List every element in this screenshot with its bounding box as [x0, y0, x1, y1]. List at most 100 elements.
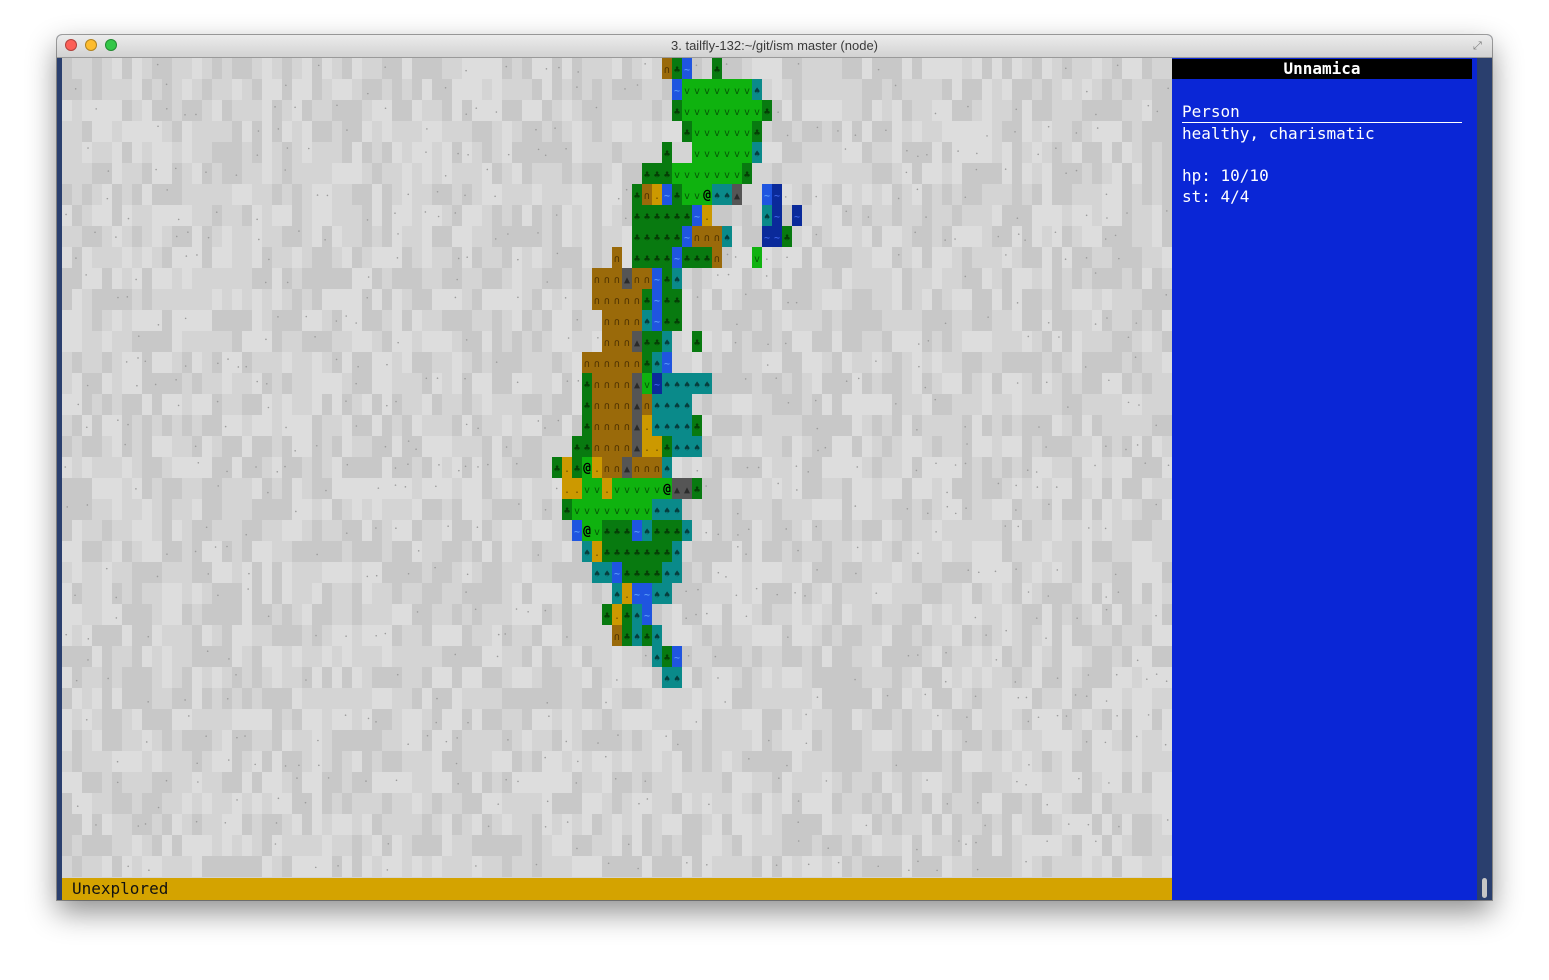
unexplored-tile: [192, 163, 202, 184]
scrollbar[interactable]: [1481, 58, 1487, 900]
unexplored-tile: [222, 163, 232, 184]
unexplored-tile: [382, 142, 392, 163]
unexplored-tile: [372, 625, 382, 646]
unexplored-speck: [734, 341, 737, 344]
unexplored-speck: [105, 567, 108, 570]
unexplored-speck: [805, 713, 807, 716]
unexplored-tile: [762, 541, 772, 562]
unexplored-tile: [1022, 436, 1032, 457]
unexplored-tile: [1082, 856, 1092, 877]
title-bar[interactable]: 3. tailfly-132:~/git/ism master (node) ⤢: [57, 35, 1492, 58]
unexplored-tile: [542, 415, 552, 436]
unexplored-speck: [1017, 525, 1020, 528]
unexplored-tile: [302, 709, 312, 730]
unexplored-speck: [346, 129, 348, 131]
unexplored-speck: [567, 337, 570, 339]
unexplored-tile: [1052, 520, 1062, 541]
unexplored-tile: [372, 415, 382, 436]
unexplored-tile: [1142, 373, 1152, 394]
unexplored-tile: [702, 352, 712, 373]
unexplored-tile: [252, 205, 262, 226]
scroll-thumb[interactable]: [1482, 878, 1487, 898]
unexplored-tile: [742, 688, 752, 709]
unexplored-tile: [592, 184, 602, 205]
unexplored-tile: [722, 646, 732, 667]
unexplored-tile: [402, 268, 412, 289]
unexplored-tile: [802, 289, 812, 310]
unexplored-tile: [1152, 457, 1162, 478]
unexplored-tile: [972, 583, 982, 604]
world-map[interactable]: ∩ ♣ ~ ♣~ v v v v v v v ♠♣ v v v v v v v v ♣♣ v v v v v v ♣♣ v v v v v v ♠♣…: [62, 58, 1172, 878]
unexplored-tile: [132, 184, 142, 205]
unexplored-tile: [202, 835, 212, 856]
unexplored-tile: [152, 205, 162, 226]
unexplored-tile: [502, 100, 512, 121]
terrain-glyph: ∩: [604, 275, 610, 286]
unexplored-tile: [112, 541, 122, 562]
unexplored-tile: [802, 457, 812, 478]
unexplored-tile: [62, 646, 72, 667]
unexplored-tile: [792, 667, 802, 688]
terrain-glyph: v: [704, 107, 710, 118]
unexplored-speck: [665, 735, 667, 737]
unexplored-tile: [1012, 121, 1022, 142]
unexplored-tile: [1052, 226, 1062, 247]
unexplored-tile: [832, 184, 842, 205]
unexplored-tile: [652, 856, 662, 877]
terrain-glyph: ~: [664, 191, 670, 202]
unexplored-tile: [482, 457, 492, 478]
unexplored-tile: [512, 688, 522, 709]
unexplored-tile: [1012, 583, 1022, 604]
terrain-glyph: ♣: [644, 170, 650, 181]
unexplored-tile: [182, 310, 192, 331]
unexplored-tile: [1082, 772, 1092, 793]
unexplored-tile: [272, 499, 282, 520]
unexplored-tile: [772, 541, 782, 562]
unexplored-tile: [322, 856, 332, 877]
unexplored-tile: [802, 856, 812, 877]
unexplored-tile: [382, 688, 392, 709]
unexplored-tile: [1032, 415, 1042, 436]
terminal-area[interactable]: ∩ ♣ ~ ♣ ~ v v v v v v v ♠ ♣ v v v v v v v v ♣ ♣ v v v v v v ♣ ♣ v v v v v v ♠ ♣…: [62, 58, 1487, 900]
unexplored-tile: [1052, 793, 1062, 814]
unexplored-tile: [442, 478, 452, 499]
unexplored-tile: [1042, 163, 1052, 184]
unexplored-tile: [792, 79, 802, 100]
unexplored-tile: [162, 373, 172, 394]
unexplored-tile: [452, 730, 462, 751]
unexplored-tile: [842, 625, 852, 646]
unexplored-tile: [902, 793, 912, 814]
terrain-glyph: ∩: [654, 464, 660, 475]
unexplored-tile: [292, 436, 302, 457]
unexplored-speck: [124, 443, 126, 446]
unexplored-speck: [994, 570, 997, 573]
unexplored-tile: [472, 772, 482, 793]
unexplored-tile: [582, 793, 592, 814]
unexplored-tile: [962, 478, 972, 499]
unexplored-speck: [156, 63, 159, 66]
unexplored-tile: [742, 268, 752, 289]
unexplored-tile: [802, 121, 812, 142]
unexplored-tile: [502, 835, 512, 856]
unexplored-tile: [422, 331, 432, 352]
terrain-glyph: ♠: [764, 212, 770, 223]
unexplored-tile: [92, 289, 102, 310]
unexplored-tile: [1142, 121, 1152, 142]
unexplored-tile: [282, 688, 292, 709]
unexplored-tile: [372, 478, 382, 499]
unexplored-speck: [1085, 257, 1088, 259]
unexplored-tile: [732, 520, 742, 541]
unexplored-tile: [352, 541, 362, 562]
unexplored-tile: [622, 247, 632, 268]
unexplored-tile: [372, 709, 382, 730]
unexplored-tile: [62, 247, 72, 268]
unexplored-tile: [522, 205, 532, 226]
terrain-glyph: v: [684, 107, 690, 118]
unexplored-tile: [802, 520, 812, 541]
unexplored-speck: [1127, 336, 1130, 339]
unexplored-tile: [1012, 352, 1022, 373]
expand-arrows-icon[interactable]: ⤢: [1473, 39, 1486, 52]
unexplored-tile: [132, 79, 142, 100]
unexplored-tile: [562, 625, 572, 646]
unexplored-speck: [144, 823, 147, 825]
